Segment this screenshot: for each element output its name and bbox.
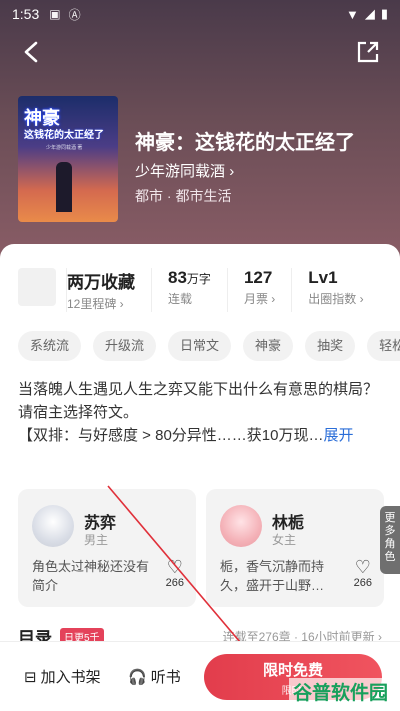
stats-row: 两万收藏 12里程碑 › 83万字 连载 127 月票 › Lv1 出圈指数 › [18, 268, 380, 312]
character-desc: 角色太过神秘还没有简介 [32, 559, 150, 593]
synopsis-line: 【双排：与好感度 > 80分异性……获10万现… [18, 427, 324, 444]
like-count: 266 [165, 577, 184, 589]
tag-chip[interactable]: 升级流 [93, 331, 157, 361]
stat-value: 两万收藏 [67, 273, 135, 292]
tag-list: 系统流 升级流 日常文 神豪 抽奖 轻松 [18, 331, 400, 361]
bookshelf-icon: ⊟ [24, 668, 37, 686]
stat-monthly-ticket[interactable]: 127 月票 › [226, 268, 291, 312]
stat-word-count: 83万字 连载 [151, 268, 227, 312]
stat-collection[interactable]: 两万收藏 12里程碑 › [66, 268, 151, 312]
heart-icon: ♡ [354, 557, 371, 577]
back-arrow-icon [24, 41, 38, 63]
stat-value: Lv1 [308, 268, 338, 287]
tag-chip[interactable]: 抽奖 [305, 331, 356, 361]
character-name: 林栀 [272, 515, 305, 532]
stat-value: 127 [243, 268, 273, 287]
chevron-right-icon: › [229, 163, 235, 180]
stat-label: 12里程碑 › [67, 297, 124, 311]
stat-value: 83 [168, 268, 187, 287]
cover-figure [56, 162, 72, 212]
synopsis[interactable]: 当落魄人生遇见人生之弈又能下出什么有意思的棋局？ 请宿主选择符文。 【双排：与好… [18, 378, 382, 447]
watermark: 谷普软件园 [288, 678, 392, 705]
tag-chip[interactable]: 神豪 [243, 331, 294, 361]
tag-chip[interactable]: 系统流 [18, 331, 82, 361]
stat-unit: 万字 [186, 272, 211, 286]
free-read-label: 限时免费 [262, 662, 323, 679]
wifi-icon: ▼ [345, 6, 359, 22]
synopsis-line: 当落魄人生遇见人生之弈又能下出什么有意思的棋局？ [18, 381, 379, 398]
avatar [220, 505, 262, 547]
stat-label: 连载 [168, 292, 193, 306]
character-role: 男主 [84, 533, 109, 547]
stat-label: 出圈指数 › [308, 292, 364, 306]
listen-button[interactable]: 🎧 听书 [128, 666, 181, 687]
synopsis-line: 请宿主选择符文。 [18, 404, 139, 421]
font-icon: Ⓐ [68, 7, 81, 22]
share-button[interactable] [354, 38, 382, 66]
expand-link[interactable]: 展开 [323, 427, 353, 444]
signal-icon: ◢ [364, 6, 375, 21]
tag-chip[interactable]: 轻松 [367, 331, 400, 361]
character-card[interactable]: 林栀 女主 栀，香气沉静而持久，盛开于山野… ♡ 266 [206, 489, 384, 607]
author-name: 少年游同载酒 [135, 163, 226, 180]
stat-label: 月票 › [243, 292, 276, 306]
book-title: 神豪：这钱花的太正经了 [135, 132, 355, 154]
status-bar: 1:53 ▣ Ⓐ ▼ ◢ ▮ [0, 0, 400, 28]
battery-icon: ▮ [380, 6, 388, 21]
book-author[interactable]: 少年游同载酒 › [135, 160, 234, 181]
avatar [32, 505, 74, 547]
character-card[interactable]: 苏弈 男主 角色太过神秘还没有简介 ♡ 266 [18, 489, 196, 607]
stat-popularity-index[interactable]: Lv1 出圈指数 › [291, 268, 379, 312]
listen-label: 听书 [150, 669, 181, 686]
heart-icon: ♡ [166, 557, 183, 577]
more-roles-button[interactable]: 更多角色 [380, 506, 400, 574]
like-button[interactable]: ♡ 266 [354, 557, 372, 589]
character-name: 苏弈 [84, 515, 117, 532]
status-icons: ▼ ◢ ▮ [346, 6, 388, 22]
cover-subtitle: 这钱花的太正经了 [24, 130, 104, 141]
headphones-icon: 🎧 [128, 668, 147, 686]
cover-author: 少年游同载酒 著 [46, 145, 83, 151]
book-genre: 都市 · 都市生活 [135, 188, 232, 204]
character-desc: 栀，香气沉静而持久，盛开于山野… [220, 559, 325, 593]
add-to-shelf-button[interactable]: ⊟ 加入书架 [24, 666, 101, 687]
tag-chip[interactable]: 日常文 [168, 331, 232, 361]
character-list: 苏弈 男主 角色太过神秘还没有简介 ♡ 266 林栀 女主 栀，香气沉静而持久，… [18, 489, 384, 607]
like-count: 266 [353, 577, 372, 589]
back-button[interactable] [18, 38, 46, 66]
status-time: 1:53 [12, 6, 40, 22]
add-to-shelf-label: 加入书架 [40, 669, 101, 686]
like-button[interactable]: ♡ 266 [166, 557, 184, 589]
share-icon [357, 41, 379, 63]
milestone-thumbnail [18, 268, 56, 306]
character-role: 女主 [272, 533, 297, 547]
book-cover[interactable]: 神豪 这钱花的太正经了 少年游同载酒 著 [18, 96, 118, 222]
gallery-icon: ▣ [49, 7, 61, 21]
